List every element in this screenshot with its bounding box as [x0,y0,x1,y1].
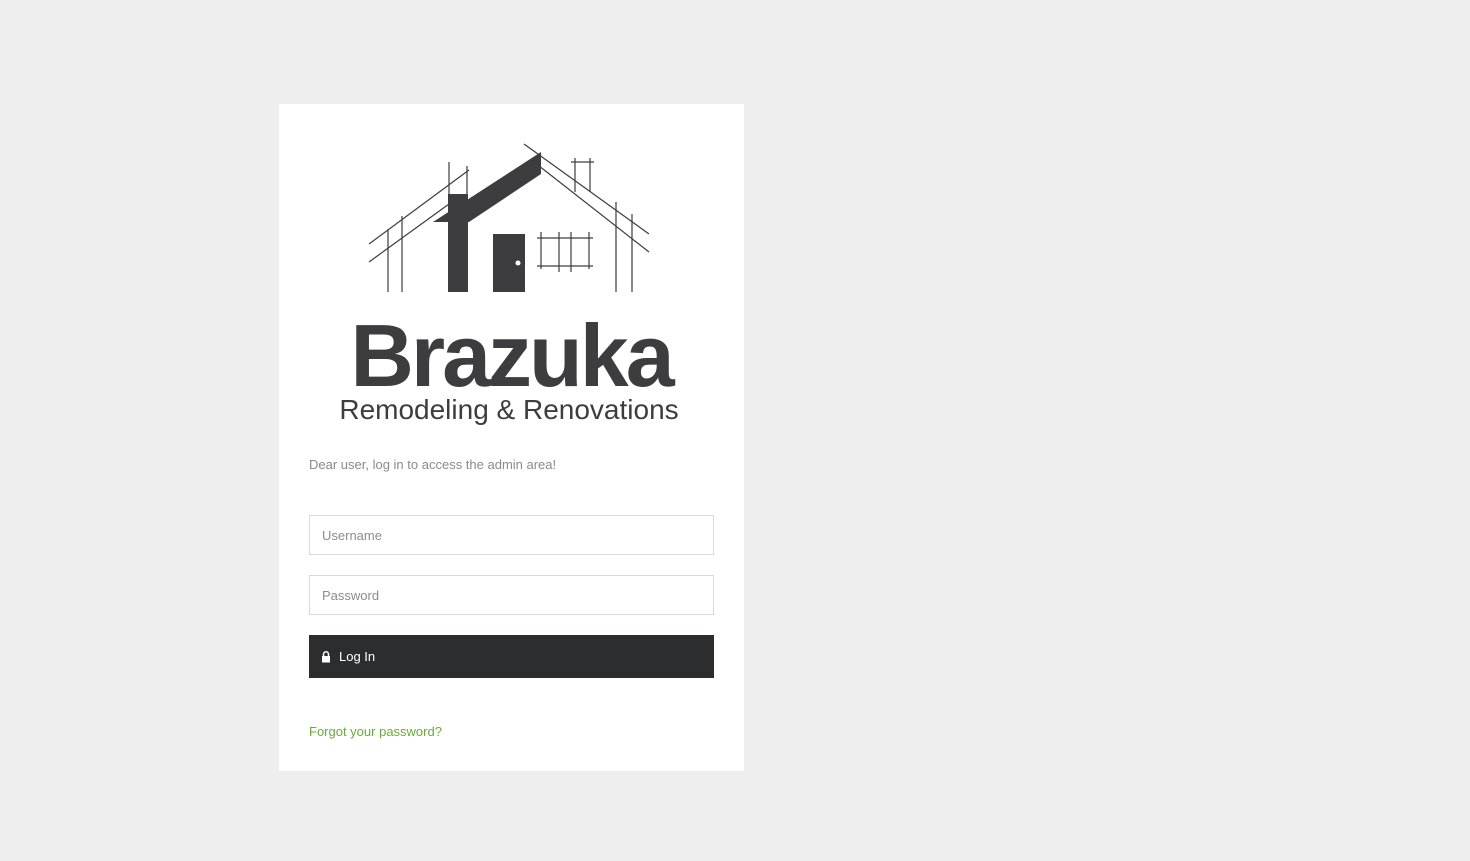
brand-name: Brazuka [350,306,675,405]
lock-icon [322,650,330,662]
forgot-password-link[interactable]: Forgot your password? [309,724,442,739]
username-input[interactable] [309,515,714,555]
login-button-label: Log In [339,649,376,664]
brand-tagline: Remodeling & Renovations [339,394,678,425]
login-intro-text: Dear user, log in to access the admin ar… [309,457,557,472]
brand-logo: Brazuka Remodeling & Renovations [309,134,714,434]
login-card: Brazuka Remodeling & Renovations Dear us… [279,104,744,771]
login-button[interactable]: Log In [309,635,714,678]
password-input[interactable] [309,575,714,615]
